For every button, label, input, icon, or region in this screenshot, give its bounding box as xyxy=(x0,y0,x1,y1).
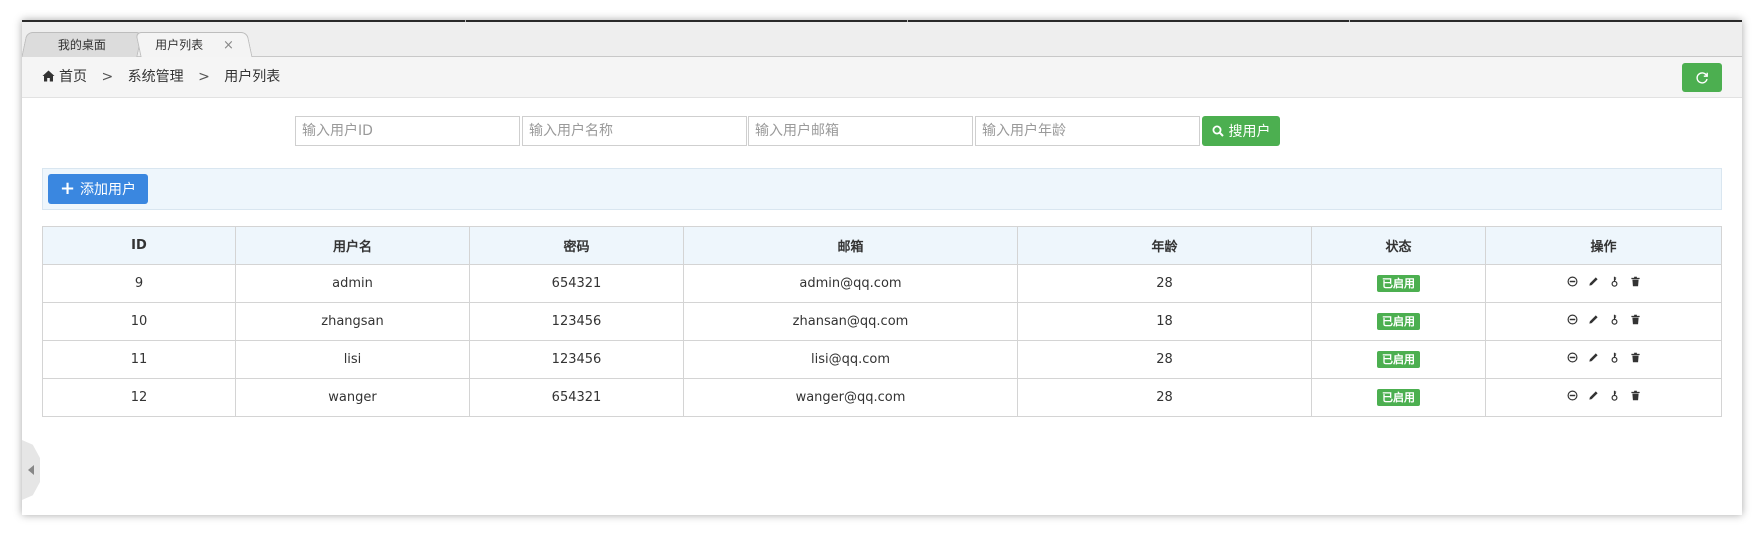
status-badge: 已启用 xyxy=(1377,275,1420,292)
key-icon[interactable] xyxy=(1608,390,1620,402)
trash-icon[interactable] xyxy=(1629,390,1641,402)
breadcrumb-separator: > xyxy=(198,69,210,85)
search-user-button[interactable]: 搜用户 xyxy=(1202,116,1280,146)
cell-username: zhangsan xyxy=(235,302,470,341)
close-icon[interactable]: × xyxy=(223,38,234,53)
breadcrumb-home[interactable]: 首页 xyxy=(59,69,87,85)
trash-icon[interactable] xyxy=(1629,276,1641,288)
cell-age: 18 xyxy=(1017,302,1312,341)
table-row: 12 wanger 654321 wanger@qq.com 28 已启用 xyxy=(42,378,1722,417)
cell-id: 12 xyxy=(42,378,236,417)
cell-id: 10 xyxy=(42,302,236,341)
disable-icon[interactable] xyxy=(1566,276,1578,288)
refresh-button[interactable] xyxy=(1682,63,1722,92)
breadcrumb-bar: 首页 > 系统管理 > 用户列表 xyxy=(22,57,1742,98)
key-icon[interactable] xyxy=(1608,314,1620,326)
cell-age: 28 xyxy=(1017,264,1312,303)
caret-left-icon xyxy=(28,465,34,475)
search-button-label: 搜用户 xyxy=(1228,124,1271,140)
user-name-input[interactable] xyxy=(522,116,747,146)
cell-username: wanger xyxy=(235,378,470,417)
cell-email: lisi@qq.com xyxy=(683,340,1018,379)
column-header-username: 用户名 xyxy=(235,226,470,265)
cell-password: 123456 xyxy=(469,302,684,341)
user-table: ID 用户名 密码 邮箱 年龄 状态 操作 9 admin 654321 admin@… xyxy=(42,226,1722,417)
edit-icon[interactable] xyxy=(1587,390,1599,402)
cell-email: admin@qq.com xyxy=(683,264,1018,303)
status-badge: 已启用 xyxy=(1377,351,1420,368)
key-icon[interactable] xyxy=(1608,276,1620,288)
tab-label: 我的桌面 xyxy=(57,38,106,52)
column-header-actions: 操作 xyxy=(1485,226,1722,265)
table-row: 9 admin 654321 admin@qq.com 28 已启用 xyxy=(42,264,1722,303)
disable-icon[interactable] xyxy=(1566,390,1578,402)
cell-status: 已启用 xyxy=(1311,340,1486,379)
tab-user-list[interactable]: 用户列表 × xyxy=(135,32,253,58)
cell-username: admin xyxy=(235,264,470,303)
column-header-email: 邮箱 xyxy=(683,226,1018,265)
cell-password: 654321 xyxy=(469,378,684,417)
status-badge: 已启用 xyxy=(1377,389,1420,406)
column-header-id: ID xyxy=(42,226,236,265)
cell-email: zhansan@qq.com xyxy=(683,302,1018,341)
column-header-status: 状态 xyxy=(1311,226,1486,265)
search-icon xyxy=(1212,125,1224,137)
cell-age: 28 xyxy=(1017,378,1312,417)
column-header-age: 年龄 xyxy=(1017,226,1312,265)
user-age-input[interactable] xyxy=(975,116,1200,146)
cell-password: 654321 xyxy=(469,264,684,303)
add-user-button[interactable]: + 添加用户 xyxy=(48,174,148,204)
cell-actions xyxy=(1485,340,1722,379)
tab-bar: 我的桌面 用户列表 × xyxy=(22,22,1742,58)
trash-icon[interactable] xyxy=(1629,314,1641,326)
user-id-input[interactable] xyxy=(295,116,520,146)
tab-label: 用户列表 xyxy=(154,38,203,52)
cell-id: 11 xyxy=(42,340,236,379)
status-badge: 已启用 xyxy=(1377,313,1420,330)
trash-icon[interactable] xyxy=(1629,352,1641,364)
breadcrumb-user-list: 用户列表 xyxy=(224,69,281,85)
tab-my-desktop[interactable]: 我的桌面 xyxy=(22,32,143,57)
edit-icon[interactable] xyxy=(1587,314,1599,326)
plus-icon: + xyxy=(59,178,76,199)
column-header-password: 密码 xyxy=(469,226,684,265)
user-email-input[interactable] xyxy=(748,116,973,146)
add-user-label: 添加用户 xyxy=(80,182,137,198)
breadcrumb: 首页 > 系统管理 > 用户列表 xyxy=(42,57,280,97)
disable-icon[interactable] xyxy=(1566,352,1578,364)
sidebar-toggle-handle[interactable] xyxy=(22,440,40,500)
cell-status: 已启用 xyxy=(1311,264,1486,303)
table-row: 11 lisi 123456 lisi@qq.com 28 已启用 xyxy=(42,340,1722,379)
disable-icon[interactable] xyxy=(1566,314,1578,326)
action-toolbar: + 添加用户 xyxy=(42,168,1722,210)
cell-age: 28 xyxy=(1017,340,1312,379)
breadcrumb-separator: > xyxy=(101,69,114,85)
breadcrumb-system-management[interactable]: 系统管理 xyxy=(128,69,184,85)
cell-actions xyxy=(1485,264,1722,303)
app-frame: 我的桌面 用户列表 × 首页 > 系统管理 > 用户列表 输入用户ID 输入用户… xyxy=(22,20,1742,515)
cell-username: lisi xyxy=(235,340,470,379)
table-header-row: ID 用户名 密码 邮箱 年龄 状态 操作 xyxy=(42,226,1722,265)
table-row: 10 zhangsan 123456 zhansan@qq.com 18 已启用 xyxy=(42,302,1722,341)
cell-actions xyxy=(1485,378,1722,417)
cell-id: 9 xyxy=(42,264,236,303)
key-icon[interactable] xyxy=(1608,352,1620,364)
refresh-icon xyxy=(1696,71,1708,84)
cell-actions xyxy=(1485,302,1722,341)
cell-password: 123456 xyxy=(469,340,684,379)
cell-status: 已启用 xyxy=(1311,302,1486,341)
home-icon xyxy=(42,70,55,82)
edit-icon[interactable] xyxy=(1587,352,1599,364)
cell-status: 已启用 xyxy=(1311,378,1486,417)
edit-icon[interactable] xyxy=(1587,276,1599,288)
cell-email: wanger@qq.com xyxy=(683,378,1018,417)
